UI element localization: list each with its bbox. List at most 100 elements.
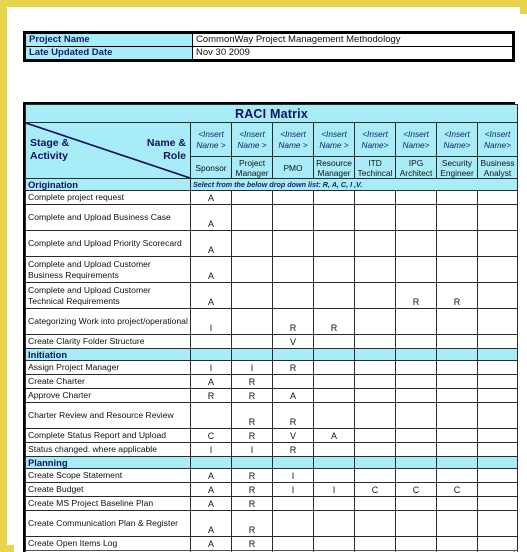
raci-cell[interactable] bbox=[354, 388, 396, 403]
raci-cell[interactable] bbox=[354, 334, 396, 349]
raci-cell[interactable]: R bbox=[231, 374, 273, 389]
raci-cell[interactable] bbox=[313, 536, 355, 551]
raci-cell[interactable] bbox=[231, 190, 273, 205]
raci-cell[interactable] bbox=[313, 510, 355, 537]
raci-cell[interactable]: R bbox=[231, 536, 273, 551]
raci-cell[interactable]: R bbox=[272, 308, 314, 335]
raci-cell[interactable]: R bbox=[272, 360, 314, 375]
column-insert-name-6[interactable]: <Insert Name> bbox=[436, 122, 478, 157]
raci-cell[interactable] bbox=[477, 428, 518, 443]
raci-cell[interactable] bbox=[272, 256, 314, 283]
raci-cell[interactable] bbox=[272, 510, 314, 537]
raci-cell[interactable] bbox=[395, 510, 437, 537]
raci-cell[interactable]: R bbox=[395, 282, 437, 309]
raci-cell[interactable]: C bbox=[190, 428, 232, 443]
raci-cell[interactable] bbox=[477, 230, 518, 257]
column-insert-name-7[interactable]: <Insert Name> bbox=[477, 122, 518, 157]
raci-cell[interactable] bbox=[436, 402, 478, 429]
raci-cell[interactable] bbox=[477, 482, 518, 497]
raci-cell[interactable] bbox=[395, 374, 437, 389]
raci-cell[interactable] bbox=[231, 256, 273, 283]
raci-cell[interactable]: R bbox=[190, 388, 232, 403]
last-updated-value[interactable]: Nov 30 2009 bbox=[192, 46, 513, 60]
raci-cell[interactable] bbox=[313, 496, 355, 511]
raci-cell[interactable] bbox=[395, 308, 437, 335]
raci-cell[interactable] bbox=[436, 308, 478, 335]
raci-cell[interactable] bbox=[272, 190, 314, 205]
raci-cell[interactable]: A bbox=[190, 190, 232, 205]
raci-cell[interactable] bbox=[477, 510, 518, 537]
raci-cell[interactable] bbox=[354, 402, 396, 429]
raci-cell[interactable]: I bbox=[190, 360, 232, 375]
raci-cell[interactable] bbox=[436, 468, 478, 483]
raci-cell[interactable] bbox=[436, 428, 478, 443]
raci-cell[interactable]: C bbox=[395, 482, 437, 497]
column-insert-name-5[interactable]: <Insert Name> bbox=[395, 122, 437, 157]
raci-cell[interactable] bbox=[354, 374, 396, 389]
raci-cell[interactable] bbox=[395, 230, 437, 257]
raci-cell[interactable] bbox=[354, 468, 396, 483]
raci-cell[interactable] bbox=[313, 230, 355, 257]
raci-cell[interactable] bbox=[313, 402, 355, 429]
raci-cell[interactable] bbox=[477, 388, 518, 403]
raci-cell[interactable] bbox=[354, 360, 396, 375]
raci-cell[interactable] bbox=[354, 428, 396, 443]
raci-cell[interactable]: A bbox=[190, 282, 232, 309]
raci-cell[interactable] bbox=[190, 334, 232, 349]
raci-cell[interactable] bbox=[313, 334, 355, 349]
raci-cell[interactable] bbox=[272, 496, 314, 511]
raci-cell[interactable] bbox=[354, 510, 396, 537]
raci-cell[interactable]: R bbox=[231, 496, 273, 511]
raci-cell[interactable] bbox=[354, 204, 396, 231]
raci-cell[interactable] bbox=[313, 374, 355, 389]
raci-cell[interactable] bbox=[395, 334, 437, 349]
raci-cell[interactable] bbox=[395, 468, 437, 483]
raci-cell[interactable]: I bbox=[272, 482, 314, 497]
raci-cell[interactable] bbox=[354, 496, 396, 511]
raci-cell[interactable]: R bbox=[231, 402, 273, 429]
raci-cell[interactable] bbox=[436, 510, 478, 537]
raci-cell[interactable]: A bbox=[190, 256, 232, 283]
column-insert-name-2[interactable]: <Insert Name > bbox=[272, 122, 314, 157]
column-insert-name-3[interactable]: <Insert Name > bbox=[313, 122, 355, 157]
raci-cell[interactable]: I bbox=[272, 468, 314, 483]
raci-cell[interactable] bbox=[395, 536, 437, 551]
raci-cell[interactable] bbox=[395, 442, 437, 457]
raci-cell[interactable]: I bbox=[231, 442, 273, 457]
raci-cell[interactable] bbox=[231, 334, 273, 349]
raci-cell[interactable]: C bbox=[436, 482, 478, 497]
raci-cell[interactable] bbox=[354, 442, 396, 457]
raci-cell[interactable] bbox=[313, 388, 355, 403]
raci-cell[interactable]: I bbox=[190, 442, 232, 457]
raci-cell[interactable] bbox=[436, 496, 478, 511]
raci-cell[interactable] bbox=[477, 334, 518, 349]
raci-cell[interactable] bbox=[436, 374, 478, 389]
raci-cell[interactable] bbox=[313, 442, 355, 457]
raci-cell[interactable]: R bbox=[231, 428, 273, 443]
raci-cell[interactable] bbox=[477, 442, 518, 457]
raci-cell[interactable] bbox=[313, 190, 355, 205]
raci-cell[interactable] bbox=[477, 256, 518, 283]
raci-cell[interactable]: A bbox=[190, 204, 232, 231]
raci-cell[interactable] bbox=[395, 190, 437, 205]
raci-cell[interactable]: A bbox=[190, 374, 232, 389]
raci-cell[interactable] bbox=[272, 536, 314, 551]
raci-cell[interactable]: V bbox=[272, 428, 314, 443]
raci-cell[interactable] bbox=[354, 536, 396, 551]
column-insert-name-4[interactable]: <Insert Name> bbox=[354, 122, 396, 157]
raci-cell[interactable] bbox=[395, 428, 437, 443]
raci-cell[interactable] bbox=[354, 190, 396, 205]
raci-cell[interactable] bbox=[313, 468, 355, 483]
raci-cell[interactable]: R bbox=[272, 402, 314, 429]
raci-cell[interactable]: A bbox=[190, 230, 232, 257]
raci-cell[interactable]: R bbox=[272, 442, 314, 457]
raci-cell[interactable] bbox=[313, 282, 355, 309]
raci-cell[interactable] bbox=[354, 230, 396, 257]
raci-cell[interactable] bbox=[436, 256, 478, 283]
raci-cell[interactable] bbox=[395, 388, 437, 403]
raci-cell[interactable] bbox=[436, 536, 478, 551]
raci-cell[interactable]: A bbox=[190, 536, 232, 551]
raci-cell[interactable] bbox=[436, 334, 478, 349]
raci-cell[interactable] bbox=[231, 230, 273, 257]
raci-cell[interactable] bbox=[313, 360, 355, 375]
